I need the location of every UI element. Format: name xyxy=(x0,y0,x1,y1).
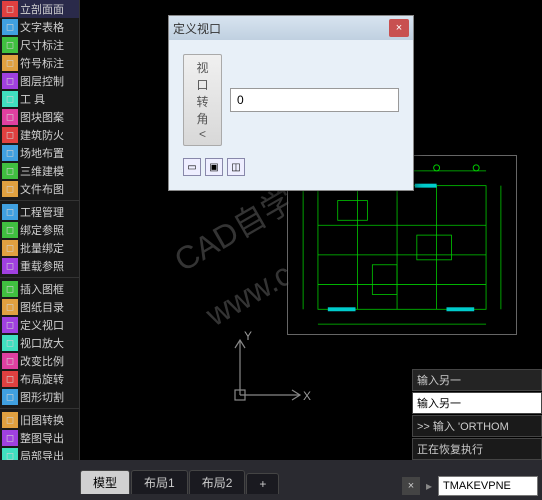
tool-label: 符号标注 xyxy=(20,55,64,71)
tool-icon: ◻ xyxy=(2,19,18,35)
tool-label: 三维建模 xyxy=(20,163,64,179)
svg-text:X: X xyxy=(303,389,311,403)
sidebar-tool-item[interactable]: ◻立剖面面 xyxy=(0,0,79,18)
dialog-title: 定义视口 xyxy=(173,20,389,37)
tool-icon: ◻ xyxy=(2,317,18,333)
tool-label: 工程管理 xyxy=(20,204,64,220)
option-icon-3[interactable]: ◫ xyxy=(227,158,245,176)
layout-tabs: 模型布局1布局2+ xyxy=(0,466,280,494)
sidebar-tool-item[interactable]: ◻工 具 xyxy=(0,90,79,108)
layout-tab[interactable]: 模型 xyxy=(80,470,130,494)
tool-icon: ◻ xyxy=(2,37,18,53)
sidebar-tool-item[interactable]: ◻场地布置 xyxy=(0,144,79,162)
tool-label: 文件布图 xyxy=(20,181,64,197)
sidebar-tool-item[interactable]: ◻图层控制 xyxy=(0,72,79,90)
tool-label: 定义视口 xyxy=(20,317,64,333)
tool-label: 旧图转换 xyxy=(20,412,64,428)
sidebar-tool-item[interactable]: ◻布局旋转 xyxy=(0,370,79,388)
sidebar-tool-item[interactable]: ◻工程管理 xyxy=(0,203,79,221)
tool-icon: ◻ xyxy=(2,73,18,89)
tool-icon: ◻ xyxy=(2,109,18,125)
tool-label: 整图导出 xyxy=(20,430,64,446)
tool-label: 立剖面面 xyxy=(20,1,64,17)
layout-tab[interactable]: 布局2 xyxy=(189,470,246,494)
tool-label: 图块图案 xyxy=(20,109,64,125)
viewport-angle-button[interactable]: 视口转角< xyxy=(183,54,222,146)
chevron-right-icon: ▸ xyxy=(422,479,436,493)
tool-label: 绑定参照 xyxy=(20,222,64,238)
tool-sidebar: ◻立剖面面◻文字表格◻尺寸标注◻符号标注◻图层控制◻工 具◻图块图案◻建筑防火◻… xyxy=(0,0,80,500)
define-viewport-dialog: 定义视口 × 视口转角< ▭ ▣ ◫ xyxy=(168,15,414,191)
tool-icon: ◻ xyxy=(2,127,18,143)
sidebar-tool-item[interactable]: ◻定义视口 xyxy=(0,316,79,334)
tool-label: 批量绑定 xyxy=(20,240,64,256)
ucs-indicator: Y X xyxy=(225,330,315,410)
tool-icon: ◻ xyxy=(2,55,18,71)
sidebar-tool-item[interactable]: ◻批量绑定 xyxy=(0,239,79,257)
tool-icon: ◻ xyxy=(2,204,18,220)
tool-icon: ◻ xyxy=(2,371,18,387)
tool-label: 建筑防火 xyxy=(20,127,64,143)
sidebar-tool-item[interactable]: ◻插入图框 xyxy=(0,280,79,298)
tool-icon: ◻ xyxy=(2,163,18,179)
tool-label: 文字表格 xyxy=(20,19,64,35)
status-line: 输入另一 xyxy=(412,369,542,391)
tool-icon: ◻ xyxy=(2,335,18,351)
tool-icon: ◻ xyxy=(2,145,18,161)
tool-icon: ◻ xyxy=(2,222,18,238)
tool-label: 布局旋转 xyxy=(20,371,64,387)
tool-label: 尺寸标注 xyxy=(20,37,64,53)
sidebar-tool-item[interactable]: ◻重载参照 xyxy=(0,257,79,275)
tool-label: 图层控制 xyxy=(20,73,64,89)
option-icon-2[interactable]: ▣ xyxy=(205,158,223,176)
sidebar-tool-item[interactable]: ◻图纸目录 xyxy=(0,298,79,316)
sidebar-tool-item[interactable]: ◻图块图案 xyxy=(0,108,79,126)
tool-icon: ◻ xyxy=(2,353,18,369)
command-input[interactable] xyxy=(438,476,538,496)
sidebar-tool-item[interactable]: ◻文字表格 xyxy=(0,18,79,36)
tool-label: 视口放大 xyxy=(20,335,64,351)
tool-label: 场地布置 xyxy=(20,145,64,161)
tool-label: 重载参照 xyxy=(20,258,64,274)
add-tab-button[interactable]: + xyxy=(246,473,279,494)
sidebar-tool-item[interactable]: ◻文件布图 xyxy=(0,180,79,198)
tool-label: 工 具 xyxy=(20,91,45,107)
option-icon-1[interactable]: ▭ xyxy=(183,158,201,176)
dialog-titlebar[interactable]: 定义视口 × xyxy=(169,16,413,40)
tool-icon: ◻ xyxy=(2,299,18,315)
close-icon[interactable]: × xyxy=(389,19,409,37)
tool-icon: ◻ xyxy=(2,389,18,405)
sidebar-tool-item[interactable]: ◻改变比例 xyxy=(0,352,79,370)
sidebar-tool-item[interactable]: ◻符号标注 xyxy=(0,54,79,72)
status-line: 正在恢复执行 xyxy=(412,438,542,460)
tool-icon: ◻ xyxy=(2,258,18,274)
tool-label: 图形切割 xyxy=(20,389,64,405)
sidebar-tool-item[interactable]: ◻尺寸标注 xyxy=(0,36,79,54)
tool-icon: ◻ xyxy=(2,1,18,17)
layout-tab[interactable]: 布局1 xyxy=(131,470,188,494)
status-line[interactable]: 输入另一 xyxy=(412,392,542,414)
tool-icon: ◻ xyxy=(2,240,18,256)
tool-label: 插入图框 xyxy=(20,281,64,297)
tool-icon: ◻ xyxy=(2,281,18,297)
tool-icon: ◻ xyxy=(2,412,18,428)
sidebar-tool-item[interactable]: ◻绑定参照 xyxy=(0,221,79,239)
tool-icon: ◻ xyxy=(2,91,18,107)
tool-label: 图纸目录 xyxy=(20,299,64,315)
command-close-icon[interactable]: × xyxy=(402,477,420,495)
svg-text:Y: Y xyxy=(244,330,252,343)
status-line: >> 输入 'ORTHOM xyxy=(412,415,542,437)
viewport-angle-input[interactable] xyxy=(230,88,399,112)
bottom-bar: 模型布局1布局2+ × ▸ xyxy=(0,460,542,500)
tool-icon: ◻ xyxy=(2,430,18,446)
sidebar-tool-item[interactable]: ◻图形切割 xyxy=(0,388,79,406)
tool-icon: ◻ xyxy=(2,181,18,197)
sidebar-tool-item[interactable]: ◻整图导出 xyxy=(0,429,79,447)
command-history: 输入另一 输入另一 >> 输入 'ORTHOM 正在恢复执行 xyxy=(412,368,542,460)
tool-label: 改变比例 xyxy=(20,353,64,369)
sidebar-tool-item[interactable]: ◻旧图转换 xyxy=(0,411,79,429)
sidebar-tool-item[interactable]: ◻三维建模 xyxy=(0,162,79,180)
sidebar-tool-item[interactable]: ◻视口放大 xyxy=(0,334,79,352)
sidebar-tool-item[interactable]: ◻建筑防火 xyxy=(0,126,79,144)
